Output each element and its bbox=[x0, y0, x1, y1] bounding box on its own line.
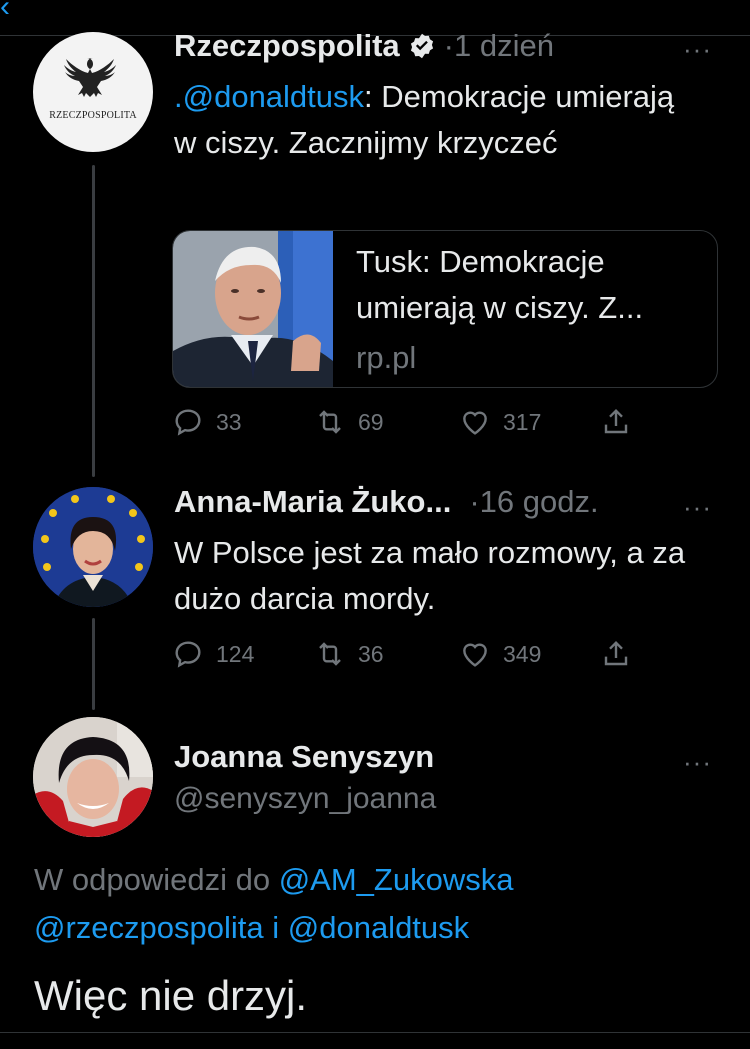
heart-icon bbox=[463, 411, 487, 435]
card-title: Tusk: Demokracje umierają w ciszy. Z... bbox=[356, 244, 644, 325]
card-domain: rp.pl bbox=[356, 340, 417, 375]
tweet-header: Anna-Maria Żuko... ·16 godz. bbox=[174, 484, 599, 520]
thread-line bbox=[92, 618, 95, 710]
retweet-icon bbox=[319, 410, 341, 434]
share-icon bbox=[604, 640, 628, 666]
reply-context: W odpowiedzi do @AM_Zukowska @rzeczpospo… bbox=[34, 856, 734, 952]
mention-link[interactable]: @donaldtusk bbox=[288, 910, 469, 945]
tweet-header: Rzeczpospolita ·1 dzień bbox=[174, 28, 554, 64]
card-thumbnail bbox=[173, 231, 333, 387]
avatar-photo bbox=[33, 487, 153, 607]
tweet-text: .@donaldtusk: Demokracje umierają w cisz… bbox=[174, 74, 694, 166]
tweet-actions: 33 69 317 bbox=[172, 406, 642, 446]
more-options-icon[interactable]: ··· bbox=[683, 749, 712, 775]
share-button[interactable] bbox=[600, 406, 644, 438]
retweet-count: 36 bbox=[358, 640, 384, 667]
reply-conjunction: i bbox=[263, 910, 288, 945]
share-button[interactable] bbox=[600, 638, 644, 670]
thread-line bbox=[92, 165, 95, 477]
reply-icon bbox=[175, 641, 201, 668]
retweet-icon bbox=[319, 642, 341, 666]
chevron-left-icon[interactable]: ‹ bbox=[0, 0, 10, 22]
avatar-rzeczpospolita[interactable]: RZECZPOSPOLITA bbox=[33, 32, 153, 152]
mention-link[interactable]: @AM_Zukowska bbox=[279, 862, 514, 897]
reply-count: 124 bbox=[216, 640, 255, 667]
eagle-logo bbox=[64, 58, 116, 97]
mention-link[interactable]: @rzeczpospolita bbox=[34, 910, 264, 945]
share-icon bbox=[604, 408, 628, 434]
tweet-time[interactable]: ·1 dzień bbox=[444, 28, 554, 64]
divider bbox=[0, 1032, 750, 1033]
tweet-actions: 124 36 349 bbox=[172, 638, 642, 678]
avatar-photo bbox=[33, 717, 153, 837]
tweet-header: Joanna Senyszyn bbox=[174, 739, 434, 775]
retweet-count: 69 bbox=[358, 408, 384, 435]
avatar-anna-maria[interactable] bbox=[33, 487, 153, 607]
reply-button[interactable]: 33 bbox=[172, 406, 242, 438]
main-tweet-text: Więc nie drzyj. bbox=[34, 972, 308, 1019]
like-button[interactable]: 349 bbox=[459, 638, 541, 670]
retweet-button[interactable]: 69 bbox=[314, 406, 384, 438]
like-count: 349 bbox=[503, 640, 542, 667]
reply-button[interactable]: 124 bbox=[172, 638, 254, 670]
author-name[interactable]: Anna-Maria Żuko... bbox=[174, 484, 451, 520]
avatar-wordmark: RZECZPOSPOLITA bbox=[49, 110, 137, 121]
link-card[interactable]: Tusk: Demokracje umierają w ciszy. Z... … bbox=[172, 230, 718, 388]
more-options-icon[interactable]: ··· bbox=[683, 36, 712, 62]
portrait-thumbnail bbox=[173, 231, 333, 387]
mention-link[interactable]: .@donaldtusk bbox=[174, 79, 364, 114]
verified-badge-icon bbox=[410, 33, 433, 59]
tweet-text: W Polsce jest za mało rozmowy, a za dużo… bbox=[174, 535, 686, 616]
reply-prefix: W odpowiedzi do bbox=[34, 862, 279, 897]
reply-icon bbox=[175, 409, 201, 436]
avatar-joanna-senyszyn[interactable] bbox=[33, 717, 153, 837]
like-button[interactable]: 317 bbox=[459, 406, 541, 438]
author-name[interactable]: Joanna Senyszyn bbox=[174, 739, 434, 775]
heart-icon bbox=[463, 643, 487, 667]
reply-count: 33 bbox=[216, 408, 242, 435]
like-count: 317 bbox=[503, 408, 542, 435]
more-options-icon[interactable]: ··· bbox=[683, 494, 712, 520]
author-handle[interactable]: @senyszyn_joanna bbox=[174, 782, 436, 816]
author-name[interactable]: Rzeczpospolita bbox=[174, 28, 400, 64]
tweet-time[interactable]: ·16 godz. bbox=[469, 484, 598, 520]
retweet-button[interactable]: 36 bbox=[314, 638, 384, 670]
